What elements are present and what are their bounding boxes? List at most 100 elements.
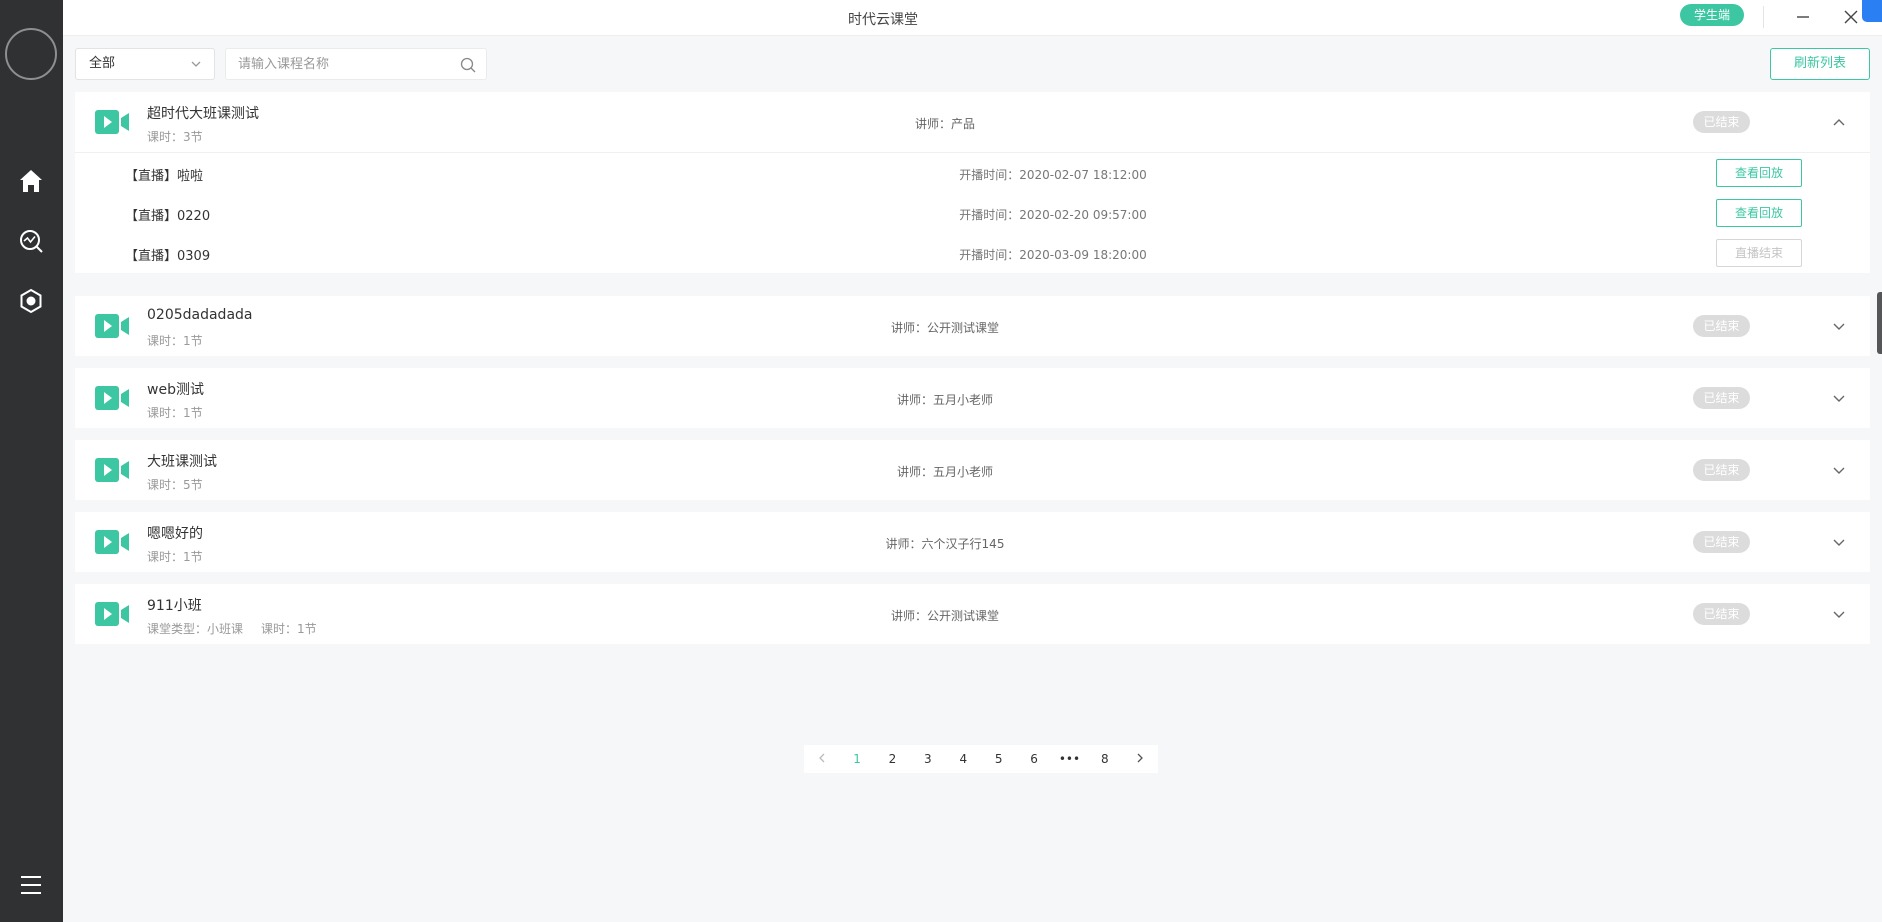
video-camera-icon: [95, 530, 129, 554]
search-input[interactable]: [238, 49, 448, 79]
scrollbar[interactable]: [1877, 292, 1882, 354]
course-meta: 课时：1节: [147, 404, 203, 421]
course-title: web测试: [147, 382, 204, 398]
chevron-down-icon[interactable]: [1831, 606, 1847, 622]
prev-page-icon[interactable]: [804, 745, 839, 773]
chevron-down-icon[interactable]: [1831, 318, 1847, 334]
course-header[interactable]: 911小班 课堂类型：小班课 课时：1节 讲师：公开测试课堂 已结束: [75, 584, 1870, 644]
status-badge: 已结束: [1693, 459, 1750, 481]
chevron-down-icon[interactable]: [1831, 390, 1847, 406]
status-badge: 已结束: [1693, 111, 1750, 133]
chevron-down-icon[interactable]: [1831, 534, 1847, 550]
page-number[interactable]: 4: [946, 745, 981, 773]
course-teacher: 讲师：公开测试课堂: [890, 321, 999, 335]
home-icon[interactable]: [18, 168, 44, 194]
lesson-start-time: 开播时间：2020-03-09 18:20:00: [959, 248, 1147, 262]
role-badge[interactable]: 学生端: [1680, 4, 1744, 26]
filter-value: 全部: [89, 56, 116, 71]
search-chart-icon[interactable]: [18, 228, 44, 254]
lesson-title: 【直播】0309: [125, 249, 211, 264]
lesson-count: 课时：1节: [261, 622, 317, 636]
page-number[interactable]: 3: [910, 745, 945, 773]
course-teacher: 讲师：五月小老师: [896, 393, 993, 407]
course-card: web测试 课时：1节 讲师：五月小老师 已结束: [75, 368, 1870, 428]
course-meta: 课时：1节: [147, 548, 203, 565]
course-title: 911小班: [147, 598, 202, 614]
page-number[interactable]: 2: [875, 745, 910, 773]
status-badge: 已结束: [1693, 315, 1750, 337]
course-header[interactable]: web测试 课时：1节 讲师：五月小老师 已结束: [75, 368, 1870, 428]
course-meta: 课堂类型：小班课 课时：1节: [147, 620, 317, 637]
course-teacher: 讲师：产品: [914, 117, 975, 131]
lesson-count: 课时：3节: [147, 130, 203, 144]
course-title: 0205dadadada: [147, 307, 253, 323]
course-title: 大班课测试: [147, 454, 217, 470]
settings-hex-icon[interactable]: [18, 288, 44, 314]
video-camera-icon: [95, 386, 129, 410]
close-icon[interactable]: [1839, 5, 1863, 29]
search-box: [225, 48, 487, 80]
course-card: 911小班 课堂类型：小班课 课时：1节 讲师：公开测试课堂 已结束: [75, 584, 1870, 644]
course-title: 嗯嗯好的: [147, 526, 203, 542]
course-meta: 课时：1节: [147, 332, 203, 349]
status-badge: 已结束: [1693, 387, 1750, 409]
chevron-up-icon[interactable]: [1831, 114, 1847, 130]
lesson-row: 【直播】啦啦 开播时间：2020-02-07 18:12:00 查看回放: [75, 153, 1870, 193]
course-card: 0205dadadada 课时：1节 讲师：公开测试课堂 已结束: [75, 296, 1870, 356]
page-number[interactable]: 5: [981, 745, 1016, 773]
lesson-count: 课时：1节: [147, 334, 203, 348]
lesson-count: 课时：5节: [147, 478, 203, 492]
course-teacher: 讲师：六个汉子行145: [885, 537, 1005, 551]
lesson-start-time: 开播时间：2020-02-07 18:12:00: [959, 168, 1147, 182]
lesson-list: 【直播】啦啦 开播时间：2020-02-07 18:12:00 查看回放 【直播…: [75, 152, 1870, 273]
lesson-count: 课时：1节: [147, 406, 203, 420]
chevron-down-icon: [191, 61, 201, 67]
lesson-row: 【直播】0220 开播时间：2020-02-20 09:57:00 查看回放: [75, 193, 1870, 233]
course-meta: 课时：3节: [147, 128, 203, 145]
titlebar-divider: [1763, 6, 1764, 28]
lesson-row: 【直播】0309 开播时间：2020-03-09 18:20:00 直播结束: [75, 233, 1870, 273]
page-ellipsis[interactable]: •••: [1052, 745, 1087, 773]
lesson-start-time: 开播时间：2020-02-20 09:57:00: [959, 208, 1147, 222]
video-camera-icon: [95, 110, 129, 134]
view-replay-button[interactable]: 查看回放: [1716, 199, 1802, 227]
page-number[interactable]: 1: [839, 745, 874, 773]
category-filter-select[interactable]: 全部: [75, 48, 215, 80]
live-ended-button: 直播结束: [1716, 239, 1802, 267]
sidebar: [0, 0, 63, 922]
search-icon[interactable]: [460, 57, 476, 73]
view-replay-button[interactable]: 查看回放: [1716, 159, 1802, 187]
class-type: 课堂类型：小班课: [147, 622, 244, 636]
course-meta: 课时：5节: [147, 476, 203, 493]
course-card: 大班课测试 课时：5节 讲师：五月小老师 已结束: [75, 440, 1870, 500]
status-badge: 已结束: [1693, 531, 1750, 553]
next-page-icon[interactable]: [1123, 745, 1158, 773]
app-title: 时代云课堂: [848, 12, 918, 28]
lesson-title: 【直播】0220: [125, 209, 211, 224]
course-header[interactable]: 超时代大班课测试 课时：3节 讲师：产品 已结束: [75, 92, 1870, 152]
input-method-icon: [1862, 0, 1882, 22]
menu-icon[interactable]: [18, 872, 44, 898]
refresh-list-button[interactable]: 刷新列表: [1770, 48, 1870, 80]
course-header[interactable]: 0205dadadada 课时：1节 讲师：公开测试课堂 已结束: [75, 296, 1870, 356]
status-badge: 已结束: [1693, 603, 1750, 625]
course-teacher: 讲师：公开测试课堂: [890, 609, 999, 623]
avatar[interactable]: [5, 28, 57, 80]
lesson-count: 课时：1节: [147, 550, 203, 564]
course-title: 超时代大班课测试: [147, 106, 259, 122]
course-teacher: 讲师：五月小老师: [896, 465, 993, 479]
pagination: 1 2 3 4 5 6 ••• 8: [804, 745, 1158, 773]
page-number[interactable]: 6: [1016, 745, 1051, 773]
title-bar: 时代云课堂 学生端: [63, 0, 1882, 36]
course-card: 超时代大班课测试 课时：3节 讲师：产品 已结束 【直播】啦啦 开播时间：202…: [75, 92, 1870, 273]
course-header[interactable]: 嗯嗯好的 课时：1节 讲师：六个汉子行145 已结束: [75, 512, 1870, 572]
course-header[interactable]: 大班课测试 课时：5节 讲师：五月小老师 已结束: [75, 440, 1870, 500]
chevron-down-icon[interactable]: [1831, 462, 1847, 478]
course-card: 嗯嗯好的 课时：1节 讲师：六个汉子行145 已结束: [75, 512, 1870, 572]
video-camera-icon: [95, 602, 129, 626]
page-number[interactable]: 8: [1087, 745, 1122, 773]
video-camera-icon: [95, 314, 129, 338]
minimize-icon[interactable]: [1791, 5, 1815, 29]
lesson-title: 【直播】啦啦: [125, 169, 204, 184]
video-camera-icon: [95, 458, 129, 482]
